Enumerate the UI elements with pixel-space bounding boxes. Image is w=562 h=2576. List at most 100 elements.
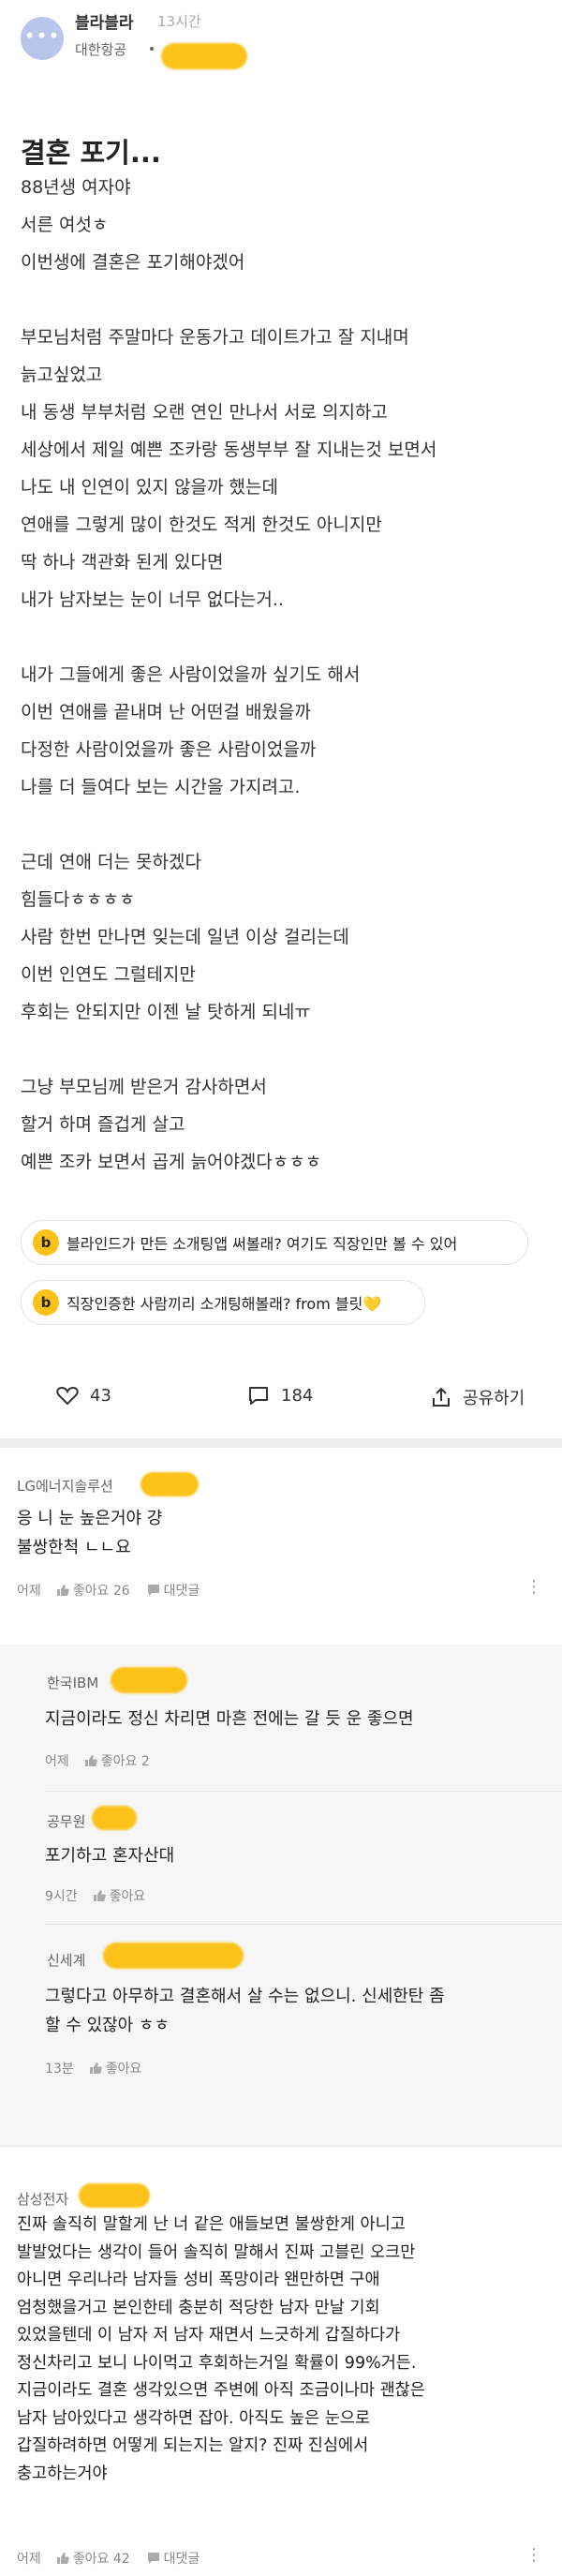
thumb-up-icon xyxy=(93,1889,106,1902)
redaction-mark xyxy=(103,1943,244,1969)
body-line: 세상에서 제일 예쁜 조카랑 동생부부 잘 지내는것 보면서 xyxy=(21,439,437,460)
body-line: 힘들다ㅎㅎㅎㅎ xyxy=(21,889,136,910)
comment-time: 어제 xyxy=(17,2552,41,2567)
body-line: 그냥 부모님께 받은거 감사하면서 xyxy=(21,1077,267,1097)
comment-company: LG에너지솔루션 xyxy=(17,1478,113,1495)
redaction-mark xyxy=(79,2183,150,2208)
comment-company: 삼성전자 xyxy=(17,2191,69,2208)
blind-logo-icon: b xyxy=(33,1289,59,1316)
redaction-mark xyxy=(161,43,247,69)
body-line: 이번생에 결혼은 포기해야겠어 xyxy=(21,252,245,273)
like-action[interactable]: 좋아요 26 xyxy=(56,1581,130,1600)
like-button[interactable]: 43 xyxy=(56,1385,111,1406)
comment-time: 어제 xyxy=(45,1754,69,1769)
comment-count: 184 xyxy=(281,1385,314,1406)
body-line: 나를 더 들여다 보는 시간을 가지려고. xyxy=(21,777,301,797)
comment-small-icon xyxy=(147,1584,160,1597)
share-label: 공유하기 xyxy=(463,1389,525,1408)
author-name[interactable]: 블라블라 xyxy=(75,9,134,33)
comment-likes: 좋아요 2 xyxy=(100,1754,150,1769)
redaction-mark xyxy=(140,1472,199,1496)
reply-action[interactable]: 대댓글 xyxy=(147,2549,200,2568)
like-action[interactable]: 좋아요 2 xyxy=(84,1751,150,1770)
reply-divider xyxy=(45,1924,562,1925)
body-line: 연애를 그렇게 많이 한것도 적게 한것도 아니지만 xyxy=(21,514,382,535)
comment-company: 공무원 xyxy=(47,1813,86,1830)
comment-line: 갑질하려하면 어떻게 되는지는 알지? 진짜 진심에서 xyxy=(17,2436,369,2455)
post-container: ••• 블라블라 13시간 대한항공 결혼 포기... 88년생 여자야서른 여… xyxy=(0,0,562,1408)
body-line: 88년생 여자야 xyxy=(21,177,131,198)
comment: 삼성전자 진짜 솔직히 말할게 난 너 같은 애들보면 불쌍한게 아니고발발었다… xyxy=(0,2146,562,2576)
body-line: 부모님처럼 주말마다 운동가고 데이트가고 잘 지내며 xyxy=(21,327,409,348)
body-line: 근데 연애 더는 못하겠다 xyxy=(21,852,201,872)
body-line: 서른 여섯ㅎ xyxy=(21,215,109,235)
reply-action[interactable]: 대댓글 xyxy=(147,1581,200,1600)
body-line: 내가 남자보는 눈이 너무 없다는거.. xyxy=(21,589,284,610)
body-line: 이번 연애를 끝내며 난 어떤걸 배웠을까 xyxy=(21,702,311,722)
body-line xyxy=(21,806,545,843)
reply-label: 대댓글 xyxy=(163,2552,200,2567)
like-action[interactable]: 좋아요 42 xyxy=(56,2549,130,2568)
blit-banner[interactable]: b 직장인증한 사람끼리 소개팅해볼래? from 블릿💛 xyxy=(21,1280,425,1325)
like-count: 43 xyxy=(90,1385,111,1406)
comment: LG에너지솔루션 응 니 눈 높은거야 걍 불쌍한척 ㄴㄴ요 어제 좋아요 26… xyxy=(0,1448,562,1645)
comment-company: 신세계 xyxy=(47,1952,86,1969)
heart-icon xyxy=(56,1385,79,1406)
reply-label: 대댓글 xyxy=(163,1584,200,1599)
body-line: 딱 하나 객관화 된게 있다면 xyxy=(21,552,224,573)
comment-time: 어제 xyxy=(17,1584,41,1599)
like-action[interactable]: 좋아요 xyxy=(93,1886,145,1905)
body-line: 이번 인연도 그럴테지만 xyxy=(21,964,196,985)
comment-text: 지금이라도 정신 차리면 마흔 전에는 갈 듯 운 좋으면 xyxy=(45,1705,414,1734)
thumb-up-icon xyxy=(56,2552,69,2565)
comment-time: 13분 xyxy=(45,2062,74,2077)
comment-line: 있었을텐데 이 남자 저 남자 재면서 느긋하게 갑질하다가 xyxy=(17,2326,401,2345)
banner-text: 직장인증한 사람끼리 소개팅해볼래? from 블릿💛 xyxy=(67,1295,382,1313)
comment-meta: 어제 좋아요 42 대댓글 xyxy=(17,2549,200,2568)
body-line xyxy=(21,1031,545,1068)
post-body: 88년생 여자야서른 여섯ㅎ 이번생에 결혼은 포기해야겠어부모님처럼 주말마다 … xyxy=(21,169,545,1181)
comment-text: 응 니 눈 높은거야 걍 불쌍한척 ㄴㄴ요 xyxy=(17,1504,162,1562)
banner-text: 블라인드가 만든 소개팅앱 써볼래? 여기도 직장인만 볼 수 있어 xyxy=(67,1235,458,1253)
dating-app-banner[interactable]: b 블라인드가 만든 소개팅앱 써볼래? 여기도 직장인만 볼 수 있어 xyxy=(21,1220,528,1265)
comment-company: 한국IBM xyxy=(47,1675,99,1691)
body-line: 다정한 사람이었을까 좋은 사람이었을까 xyxy=(21,739,317,760)
body-line: 할거 하며 즐겁게 살고 xyxy=(21,1114,185,1135)
body-line: 늙고싶었고 xyxy=(21,365,103,385)
ellipsis-icon: ••• xyxy=(23,24,61,47)
comment-likes: 좋아요 26 xyxy=(72,1584,130,1599)
reply-thread: 한국IBM 지금이라도 정신 차리면 마흔 전에는 갈 듯 운 좋으면 어제 좋… xyxy=(0,1645,562,2146)
comment-line: 지금이라도 결혼 생각있으면 주변에 아직 조금이나마 괜찮은 xyxy=(17,2381,425,2400)
comment-meta: 어제 좋아요 2 xyxy=(45,1751,150,1770)
redaction-mark xyxy=(111,1667,187,1693)
comment-icon xyxy=(247,1385,270,1406)
comment-line: 발발었다는 생각이 들어 솔직히 말해서 진짜 고블린 오크만 xyxy=(17,2242,416,2262)
comment-meta: 13분 좋아요 xyxy=(45,2059,141,2077)
more-icon[interactable]: ⋮ xyxy=(525,1577,543,1597)
comment-text: 포기하고 혼자산대 xyxy=(45,1841,174,1870)
post-title: 결혼 포기... xyxy=(21,137,161,169)
body-line: 사람 한번 만나면 잊는데 일년 이상 걸리는데 xyxy=(21,927,349,947)
comment-meta: 9시간 좋아요 xyxy=(45,1886,145,1905)
more-icon[interactable]: ⋮ xyxy=(525,2545,543,2565)
body-line: 후회는 안되지만 이젠 날 탓하게 되네ㅠ xyxy=(21,1002,311,1022)
comment-line: 엄청했을거고 본인한테 충분히 적당한 남자 만날 기회 xyxy=(17,2298,380,2317)
comment-text: 그렇다고 아무하고 결혼해서 살 수는 없으니. 신세한탄 좀 할 수 있잖아 … xyxy=(45,1982,445,2040)
comment-line: 응 니 눈 높은거야 걍 xyxy=(17,1509,163,1528)
comment-line: 진짜 솔직히 말할게 난 너 같은 애들보면 불쌍한게 아니고 xyxy=(17,2215,406,2234)
share-button[interactable]: 공유하기 xyxy=(431,1385,525,1409)
avatar[interactable]: ••• xyxy=(21,17,64,60)
comment-line: 지금이라도 정신 차리면 마흔 전에는 갈 듯 운 좋으면 xyxy=(45,1709,414,1729)
post-header: ••• 블라블라 13시간 대한항공 xyxy=(0,0,562,82)
body-line: 내가 그들에게 좋은 사람이었을까 싶기도 해서 xyxy=(21,664,361,685)
comment-line: 그렇다고 아무하고 결혼해서 살 수는 없으니. 신세한탄 좀 xyxy=(45,1987,445,2006)
comment-line: 정신차리고 보니 나이먹고 후회하는거일 확률이 99%거든. xyxy=(17,2353,417,2373)
like-action[interactable]: 좋아요 xyxy=(89,2059,141,2077)
comment-button[interactable]: 184 xyxy=(247,1385,313,1406)
comment-line: 포기하고 혼자산대 xyxy=(45,1846,175,1866)
reply-divider xyxy=(45,1791,562,1792)
comment-line: 할 수 있잖아 ㅎㅎ xyxy=(45,2016,170,2035)
comment-text: 진짜 솔직히 말할게 난 너 같은 애들보면 불쌍한게 아니고발발었다는 생각이… xyxy=(17,2211,425,2488)
body-line: 내 동생 부부처럼 오랜 연인 만나서 서로 의지하고 xyxy=(21,402,388,423)
thumb-up-icon xyxy=(56,1584,69,1597)
